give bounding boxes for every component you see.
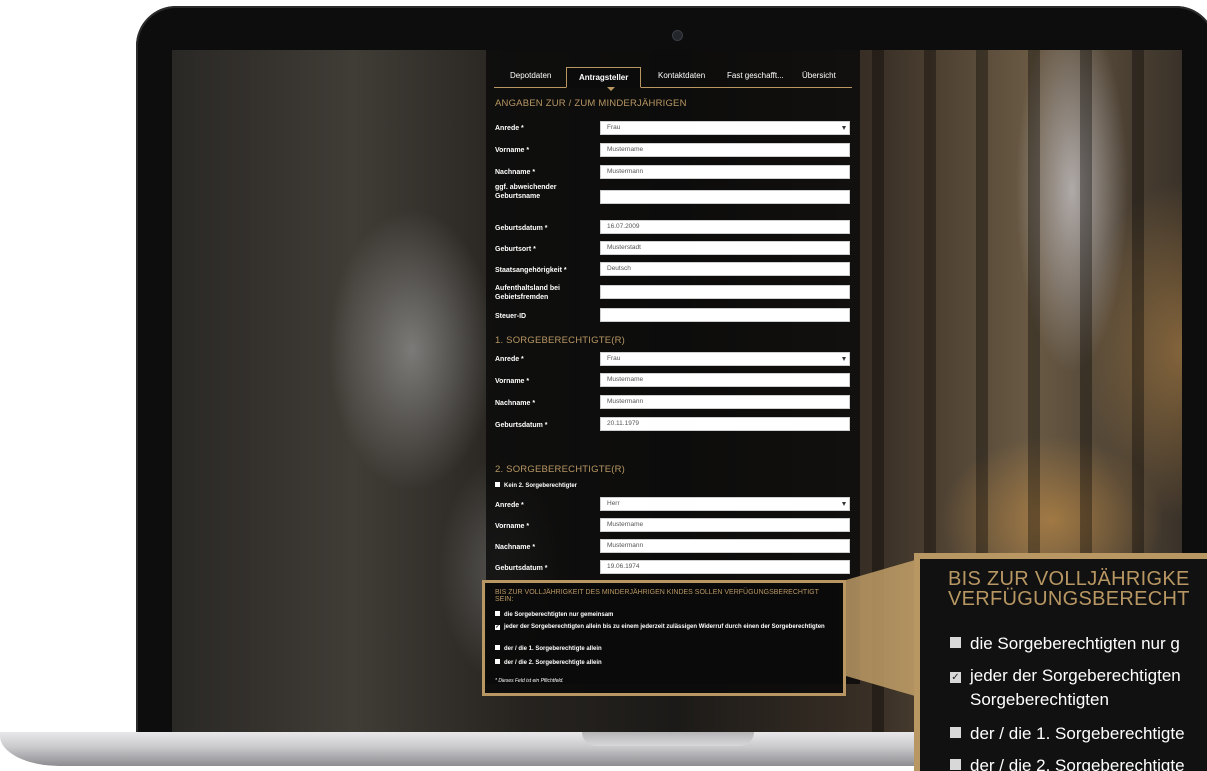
zoom-option-first-alone: der / die 1. Sorgeberechtigte — [950, 723, 1185, 745]
minor-geburtsname-label: ggf. abweichender Geburtsname — [495, 184, 557, 200]
dropdown-arrow-icon — [842, 502, 846, 506]
guardian2-geburtsdatum-input[interactable]: 19.06.1974 — [600, 560, 850, 574]
tab-uebersicht[interactable]: Übersicht — [802, 71, 836, 80]
guardian2-nachname-input[interactable]: Mustermann — [600, 539, 850, 553]
guardian1-anrede-select[interactable]: Frau — [600, 352, 850, 366]
minor-geburtsdatum-label: Geburtsdatum * — [495, 225, 548, 232]
checkbox-icon — [950, 637, 961, 648]
section-title-minor: ANGABEN ZUR / ZUM MINDERJÄHRIGEN — [495, 98, 687, 109]
authority-option-label: jeder der Sorgeberechtigten allein bis z… — [504, 624, 825, 630]
checkbox-icon — [495, 482, 500, 487]
zoom-title-line-2: VERFÜGUNGSBERECHT — [948, 588, 1190, 610]
minor-geburtsname-input[interactable] — [600, 190, 850, 204]
zoom-option-each-alone-cont: Sorgeberechtigten — [970, 690, 1109, 709]
active-tab-indicator — [607, 87, 615, 91]
authority-option-each-alone[interactable]: ✓ jeder der Sorgeberechtigten allein bis … — [495, 623, 825, 631]
zoom-option-second-alone: der / die 2. Sorgeberechtigte — [950, 755, 1185, 771]
checkbox-icon — [495, 645, 500, 650]
guardian1-geburtsdatum-input[interactable]: 20.11.1979 — [600, 417, 850, 431]
laptop-notch — [582, 732, 754, 746]
guardian2-anrede-value: Herr — [607, 500, 620, 507]
zoom-option-jointly: die Sorgeberechtigten nur g — [950, 633, 1180, 655]
tab-kontaktdaten[interactable]: Kontaktdaten — [658, 71, 705, 80]
minor-anrede-select[interactable]: Frau — [600, 121, 850, 135]
authority-option-label: der / die 2. Sorgeberechtigte allein — [504, 660, 602, 666]
minor-aufenthaltsland-input[interactable] — [600, 285, 850, 299]
no-second-guardian-checkbox[interactable]: Kein 2. Sorgeberechtigter — [495, 482, 577, 490]
zoom-content: BIS ZUR VOLLJÄHRIGKE VERFÜGUNGSBERECHT di… — [920, 559, 1207, 771]
authority-option-label: der / die 1. Sorgeberechtigte allein — [504, 646, 602, 652]
authority-option-jointly[interactable]: die Sorgeberechtigten nur gemeinsam — [495, 611, 613, 619]
checkbox-icon — [950, 759, 961, 770]
minor-vorname-input[interactable]: Mustername — [600, 143, 850, 157]
camera-icon — [672, 30, 683, 41]
tab-depotdaten[interactable]: Depotdaten — [510, 71, 551, 80]
guardian2-nachname-label: Nachname * — [495, 544, 536, 551]
guardian1-anrede-value: Frau — [607, 355, 621, 362]
guardian2-geburtsdatum-label: Geburtsdatum * — [495, 565, 548, 572]
guardian1-geburtsdatum-label: Geburtsdatum * — [495, 422, 548, 429]
minor-geburtsdatum-input[interactable]: 16.07.2009 — [600, 220, 850, 234]
minor-geburtsort-label: Geburtsort * — [495, 246, 536, 253]
checkbox-checked-icon: ✓ — [495, 624, 500, 630]
zoom-option-label: der / die 2. Sorgeberechtigte — [970, 756, 1185, 771]
minor-aufenthaltsland-label: Aufenthaltsland bei Gebietsfremden — [495, 285, 560, 301]
guardian1-nachname-label: Nachname * — [495, 400, 536, 407]
minor-anrede-label: Anrede * — [495, 125, 524, 132]
checkbox-icon — [495, 659, 500, 664]
authority-option-second-alone[interactable]: der / die 2. Sorgeberechtigte allein — [495, 659, 602, 667]
zoom-option-each-alone: ✓ jeder der Sorgeberechtigten — [950, 665, 1181, 687]
section-title-guardian-1: 1. SORGEBERECHTIGTE(R) — [495, 335, 626, 346]
zoom-option-label: jeder der Sorgeberechtigten — [970, 666, 1181, 685]
minor-vorname-label: Vorname * — [495, 147, 530, 154]
authority-section: BIS ZUR VOLLJÄHRIGKEIT DES MINDERJÄHRIGE… — [482, 580, 846, 696]
zoom-connector — [846, 558, 922, 698]
dropdown-arrow-icon — [842, 126, 846, 130]
minor-anrede-value: Frau — [607, 124, 621, 131]
guardian1-anrede-label: Anrede * — [495, 356, 524, 363]
checkbox-icon — [495, 611, 500, 616]
guardian1-vorname-input[interactable]: Mustername — [600, 373, 850, 387]
zoom-title-line-1: BIS ZUR VOLLJÄHRIGKE — [948, 568, 1190, 590]
required-footnote: * Dieses Feld ist ein Pflichtfeld. — [495, 678, 564, 684]
minor-geburtsort-input[interactable]: Musterstadt — [600, 241, 850, 255]
minor-steuer-id-label: Steuer-ID — [495, 313, 527, 320]
minor-staatsangehoerigkeit-input[interactable]: Deutsch — [600, 262, 850, 276]
tab-antragsteller[interactable]: Antragsteller — [566, 67, 642, 88]
guardian2-anrede-select[interactable]: Herr — [600, 497, 850, 511]
authority-title: BIS ZUR VOLLJÄHRIGKEIT DES MINDERJÄHRIGE… — [495, 589, 819, 603]
guardian2-anrede-label: Anrede * — [495, 502, 524, 509]
minor-nachname-input[interactable]: Mustermann — [600, 165, 850, 179]
authority-option-first-alone[interactable]: der / die 1. Sorgeberechtigte allein — [495, 645, 602, 653]
no-second-guardian-label: Kein 2. Sorgeberechtigter — [504, 483, 578, 489]
zoom-option-label: der / die 1. Sorgeberechtigte — [970, 724, 1185, 743]
tab-fast-geschafft[interactable]: Fast geschafft... — [727, 71, 784, 80]
minor-staatsangehoerigkeit-label: Staatsangehörigkeit * — [495, 267, 567, 274]
section-title-guardian-2: 2. SORGEBERECHTIGTE(R) — [495, 464, 626, 475]
guardian2-vorname-input[interactable]: Mustername — [600, 518, 850, 532]
guardian1-nachname-input[interactable]: Mustermann — [600, 395, 850, 409]
checkbox-icon — [950, 727, 961, 738]
authority-option-label: die Sorgeberechtigten nur gemeinsam — [504, 612, 614, 618]
minor-nachname-label: Nachname * — [495, 169, 536, 176]
tab-bar: Depotdaten Antragsteller Kontaktdaten Fa… — [494, 67, 852, 88]
guardian1-vorname-label: Vorname * — [495, 378, 530, 385]
zoom-title: BIS ZUR VOLLJÄHRIGKE VERFÜGUNGSBERECHT — [948, 569, 1190, 609]
guardian2-vorname-label: Vorname * — [495, 523, 530, 530]
minor-steuer-id-input[interactable] — [600, 308, 850, 322]
zoom-callout: BIS ZUR VOLLJÄHRIGKE VERFÜGUNGSBERECHT di… — [914, 553, 1207, 771]
checkbox-checked-icon: ✓ — [950, 672, 961, 683]
dropdown-arrow-icon — [842, 357, 846, 361]
zoom-option-label: die Sorgeberechtigten nur g — [970, 634, 1180, 653]
